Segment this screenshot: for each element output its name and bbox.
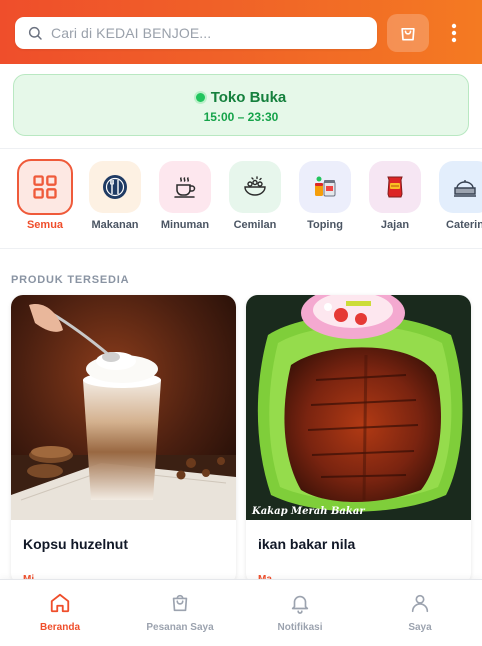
bottom-navigation: Beranda Pesanan Saya Notifikasi Saya: [0, 579, 482, 646]
category-catering[interactable]: Caterin: [430, 161, 482, 231]
cart-button[interactable]: [387, 14, 429, 52]
category-toping[interactable]: Toping: [290, 161, 360, 231]
shopping-bag-icon: [172, 594, 188, 612]
category-label: Toping: [307, 219, 343, 231]
coffee-cup-icon: [174, 177, 196, 198]
category-label: Semua: [26, 219, 64, 231]
nav-saya[interactable]: Saya: [370, 592, 470, 633]
category-icon-box: [369, 161, 421, 213]
category-icon-box: [439, 161, 482, 213]
category-bar: Semua Makanan Minuman Cemilan Toping Jaj…: [0, 149, 482, 247]
plate-cutlery-icon: [103, 175, 127, 199]
nav-label: Saya: [408, 622, 432, 633]
product-name: Kopsu huzelnut: [23, 536, 128, 552]
search-icon: [28, 26, 42, 40]
more-vertical-icon: [451, 23, 457, 43]
category-label: Jajan: [380, 219, 410, 231]
hazelnut-latte-photo: [11, 295, 236, 520]
chips-bag-icon: [387, 176, 403, 198]
grilled-fish-photo: Kakap Merah Bakar: [246, 295, 471, 520]
category-icon-box: [89, 161, 141, 213]
store-hours: 15:00 – 23:30: [203, 110, 279, 124]
nav-notifikasi[interactable]: Notifikasi: [250, 592, 350, 633]
store-status-label: Toko Buka: [210, 89, 287, 106]
category-cemilan[interactable]: Cemilan: [220, 161, 290, 231]
nav-beranda[interactable]: Beranda: [10, 592, 110, 633]
search-placeholder: Cari di KEDAI BENJOE...: [51, 25, 212, 41]
category-icon-box: [17, 159, 73, 215]
nav-label: Notifikasi: [277, 622, 323, 633]
category-minuman[interactable]: Minuman: [150, 161, 220, 231]
nav-pesanan-saya[interactable]: Pesanan Saya: [130, 592, 230, 633]
photo-caption: Kakap Merah Bakar: [251, 506, 365, 517]
toppings-icon: [315, 176, 336, 197]
home-icon: [50, 593, 70, 613]
product-card[interactable]: Kakap Merah Bakar ikan bakar nila Ma: [246, 295, 471, 585]
category-jajan[interactable]: Jajan: [360, 161, 430, 231]
store-status-card: Toko Buka 15:00 – 23:30: [13, 74, 469, 136]
app-header: Cari di KEDAI BENJOE...: [0, 0, 482, 64]
product-card[interactable]: Kopsu huzelnut Mi: [11, 295, 236, 585]
user-icon: [411, 594, 429, 613]
category-semua[interactable]: Semua: [10, 159, 80, 231]
shopping-bag-icon: [401, 28, 415, 41]
nav-label: Beranda: [39, 622, 80, 633]
nav-label: Pesanan Saya: [146, 622, 214, 633]
category-icon-box: [229, 161, 281, 213]
category-label: Minuman: [160, 219, 210, 231]
catering-icon: [454, 180, 476, 197]
category-makanan[interactable]: Makanan: [80, 161, 150, 231]
category-icon-box: [299, 161, 351, 213]
category-label: Cemilan: [233, 219, 277, 231]
section-title: PRODUK TERSEDIA: [11, 274, 130, 286]
divider: [0, 248, 482, 249]
open-indicator-icon: [195, 93, 205, 102]
bell-icon: [291, 595, 309, 614]
category-icon-box: [159, 161, 211, 213]
store-status: Toko Buka: [14, 89, 468, 106]
product-name: ikan bakar nila: [258, 536, 356, 552]
grid-icon: [33, 175, 57, 199]
category-label: Makanan: [91, 219, 139, 231]
snack-bowl-icon: [244, 176, 266, 196]
category-label: Caterin: [446, 219, 482, 231]
search-input[interactable]: Cari di KEDAI BENJOE...: [15, 17, 377, 49]
more-menu-button[interactable]: [444, 20, 464, 46]
